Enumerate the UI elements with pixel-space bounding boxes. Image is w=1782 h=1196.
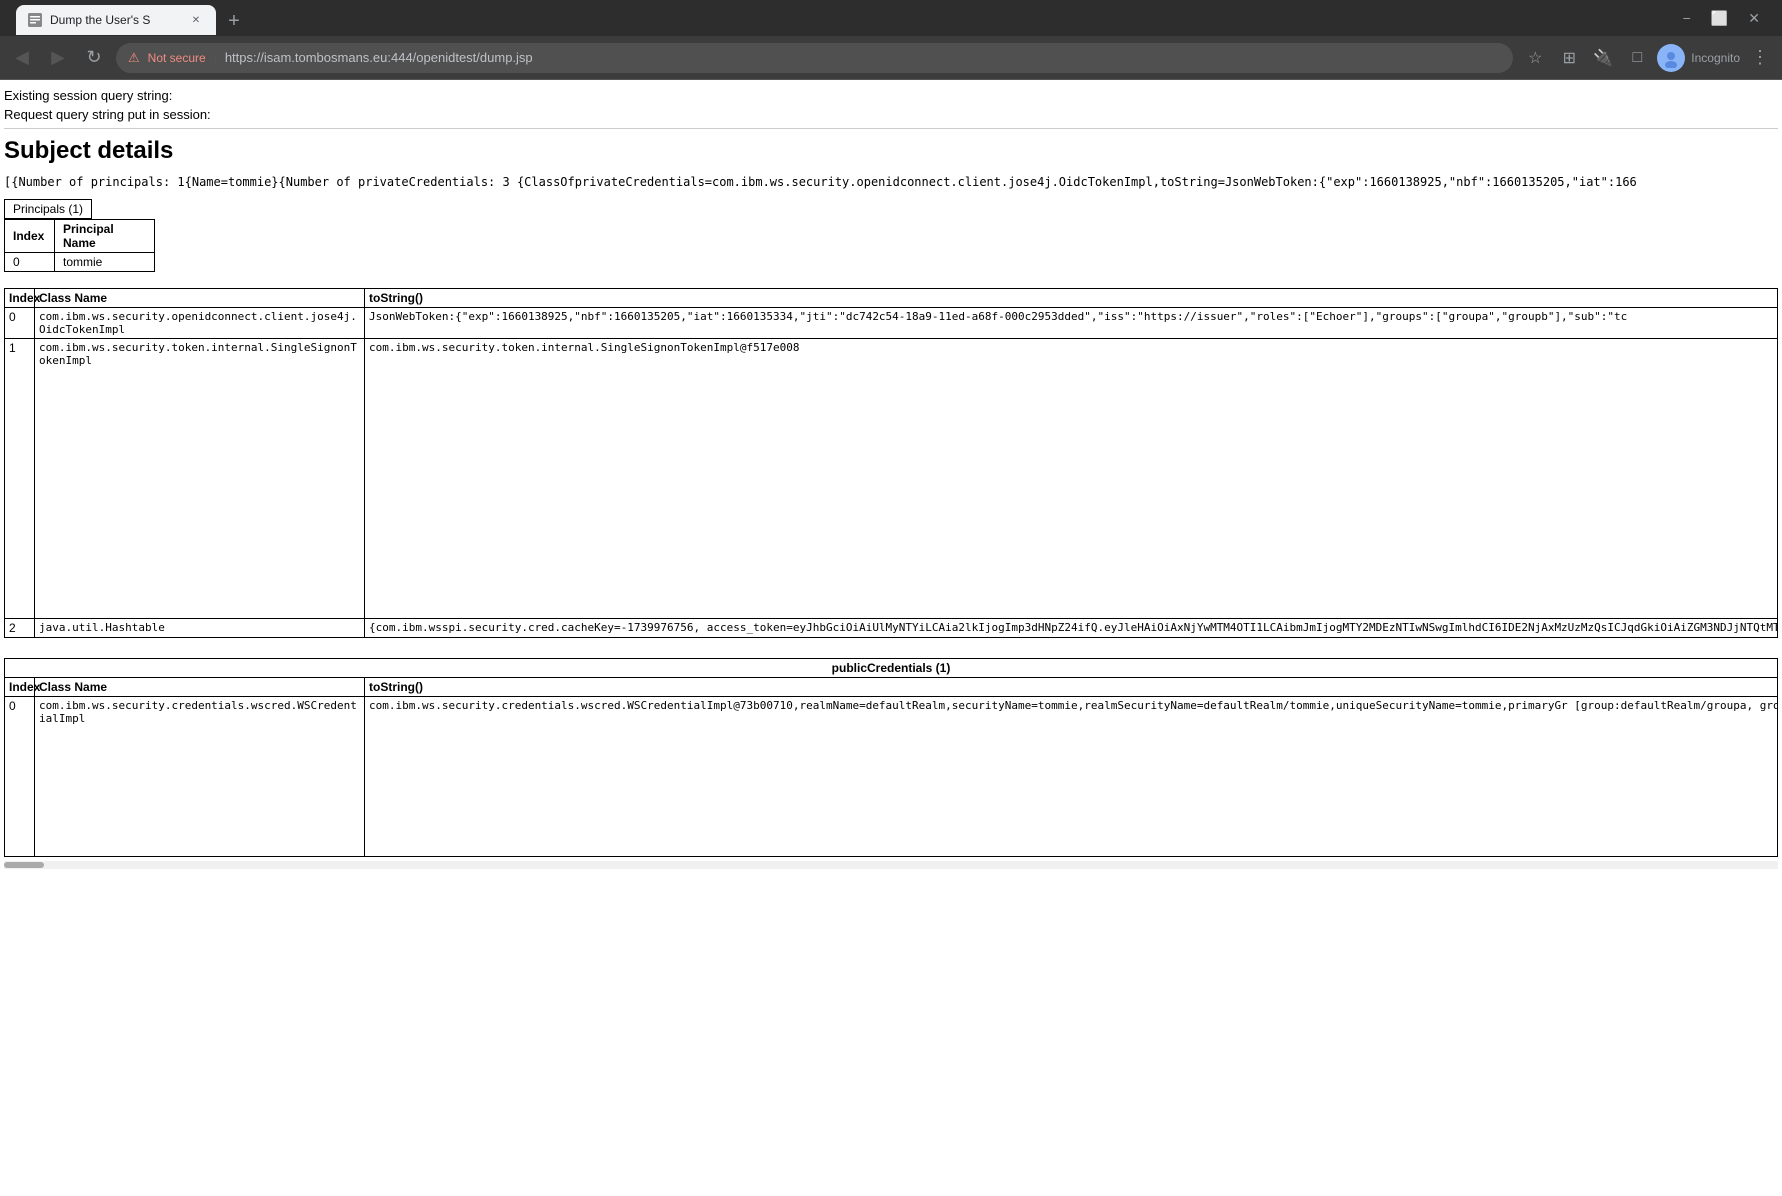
maximize-button[interactable]: ⬜ [1705, 8, 1734, 29]
public-creds-col-class: Class Name [35, 678, 365, 697]
private-creds-class-1: com.ibm.ws.security.token.internal.Singl… [35, 339, 365, 619]
close-button[interactable]: ✕ [1742, 8, 1766, 29]
principals-col-index: Index [5, 220, 55, 253]
public-creds-tostring-0: com.ibm.ws.security.credentials.wscred.W… [365, 697, 1778, 857]
url-separator: | [214, 51, 217, 65]
profile-button[interactable] [1657, 44, 1685, 72]
public-creds-title: publicCredentials (1) [5, 659, 1778, 678]
principals-title-table: Principals (1) [4, 199, 92, 219]
private-creds-idx-0: 0 [5, 308, 35, 339]
url-text: https://isam.tombosmans.eu:444/openidtes… [225, 50, 533, 65]
public-creds-col-index: Index [5, 678, 35, 697]
title-bar: Dump the User's S ✕ + − ⬜ ✕ [0, 0, 1782, 36]
public-creds-col-tostring: toString() [365, 678, 1778, 697]
private-creds-row-0: 0 com.ibm.ws.security.openidconnect.clie… [5, 308, 1778, 339]
credentials-text: [{Number of principals: 1{Name=tommie}{N… [4, 175, 1778, 189]
browser-chrome: Dump the User's S ✕ + − ⬜ ✕ ◀ ▶ ↻ ⚠ Not … [0, 0, 1782, 80]
private-creds-idx-2: 2 [5, 619, 35, 638]
bookmark-icon[interactable]: ☆ [1521, 44, 1549, 72]
tab-close-button[interactable]: ✕ [188, 12, 204, 28]
forward-button[interactable]: ▶ [44, 44, 72, 72]
private-creds-col-class: Class Name [35, 289, 365, 308]
public-creds-table: Index Class Name toString() 0 com.ibm.ws… [4, 677, 1778, 857]
page-content: Existing session query string: Request q… [0, 80, 1782, 877]
security-warning-icon: ⚠ [128, 50, 140, 66]
private-creds-col-tostring: toString() [365, 289, 1778, 308]
url-bar[interactable]: ⚠ Not secure | https://isam.tombosmans.e… [116, 43, 1513, 73]
minimize-button[interactable]: − [1677, 8, 1697, 28]
private-creds-idx-1: 1 [5, 339, 35, 619]
principals-section: Principals (1) Index Principal Name 0 to… [4, 199, 1778, 272]
public-creds-section: publicCredentials (1) Index Class Name t… [4, 658, 1778, 857]
tab-bar: Dump the User's S ✕ + [8, 1, 1677, 35]
private-creds-section: Index Class Name toString() 0 com.ibm.ws… [4, 288, 1778, 638]
incognito-label: Incognito [1691, 51, 1740, 65]
extensions-icon[interactable]: ⊞ [1555, 44, 1583, 72]
window-controls: − ⬜ ✕ [1677, 8, 1774, 29]
active-tab[interactable]: Dump the User's S ✕ [16, 5, 216, 35]
principals-col-name: Principal Name [55, 220, 155, 253]
principals-row-0: 0 tommie [5, 253, 155, 272]
principals-table: Index Principal Name 0 tommie [4, 219, 155, 272]
tab-favicon [28, 13, 42, 27]
tab-title: Dump the User's S [50, 13, 180, 27]
public-creds-idx-0: 0 [5, 697, 35, 857]
horizontal-scrollbar[interactable] [4, 861, 1778, 869]
private-creds-row-2: 2 java.util.Hashtable {com.ibm.wsspi.sec… [5, 619, 1778, 638]
page-heading: Subject details [4, 137, 1778, 165]
session-line1: Existing session query string: [4, 88, 1778, 103]
tab-switcher-icon[interactable]: □ [1623, 44, 1651, 72]
private-creds-tostring-2: {com.ibm.wsspi.security.cred.cacheKey=-1… [365, 619, 1778, 638]
private-creds-class-2: java.util.Hashtable [35, 619, 365, 638]
session-line2: Request query string put in session: [4, 107, 1778, 122]
menu-icon[interactable]: ⋮ [1746, 44, 1774, 72]
security-warning-text: Not secure [148, 51, 206, 65]
private-creds-row-1: 1 com.ibm.ws.security.token.internal.Sin… [5, 339, 1778, 619]
principals-index-0: 0 [5, 253, 55, 272]
back-button[interactable]: ◀ [8, 44, 36, 72]
private-creds-table: Index Class Name toString() 0 com.ibm.ws… [4, 288, 1778, 638]
principals-name-0: tommie [55, 253, 155, 272]
toolbar-icons: ☆ ⊞ 🔌 □ Incognito ⋮ [1521, 44, 1774, 72]
private-creds-col-index: Index [5, 289, 35, 308]
private-creds-tostring-1: com.ibm.ws.security.token.internal.Singl… [365, 339, 1778, 619]
public-creds-title-table: publicCredentials (1) [4, 658, 1778, 677]
divider-1 [4, 128, 1778, 129]
scrollbar-thumb[interactable] [4, 862, 44, 868]
private-creds-tostring-0: JsonWebToken:{"exp":1660138925,"nbf":166… [365, 308, 1778, 339]
public-creds-row-0: 0 com.ibm.ws.security.credentials.wscred… [5, 697, 1778, 857]
principals-title-cell: Principals (1) [5, 200, 92, 219]
address-bar: ◀ ▶ ↻ ⚠ Not secure | https://isam.tombos… [0, 36, 1782, 80]
refresh-button[interactable]: ↻ [80, 44, 108, 72]
puzzle-icon[interactable]: 🔌 [1589, 44, 1617, 72]
new-tab-button[interactable]: + [220, 7, 248, 35]
private-creds-class-0: com.ibm.ws.security.openidconnect.client… [35, 308, 365, 339]
public-creds-class-0: com.ibm.ws.security.credentials.wscred.W… [35, 697, 365, 857]
